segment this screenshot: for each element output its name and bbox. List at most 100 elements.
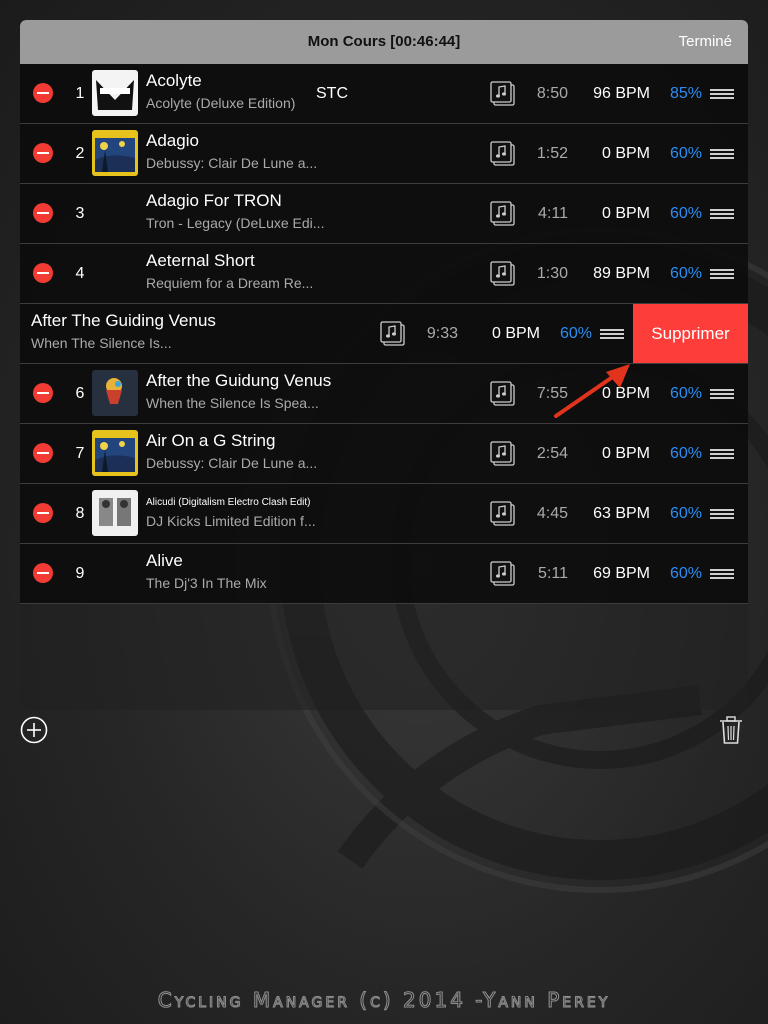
track-bpm: 0 BPM — [601, 445, 650, 462]
track-intensity[interactable]: 60% — [548, 304, 592, 363]
track-duration: 4:45 — [536, 505, 568, 522]
track-bpm: 0 BPM — [491, 325, 540, 342]
delete-toggle-button[interactable] — [33, 143, 53, 163]
track-title: Alicudi (Digitalism Electro Clash Edit) — [146, 497, 311, 508]
track-duration: 2:54 — [536, 445, 568, 462]
track-album: When The Silence Is... — [31, 335, 172, 351]
track-number: 2 — [75, 145, 85, 162]
reorder-handle-icon[interactable] — [710, 269, 734, 279]
track-number: 1 — [75, 85, 85, 102]
footer-copyright: Cycling Manager (c) 2014 -Yann Perey — [157, 988, 611, 1013]
track-duration: 9:33 — [426, 325, 458, 342]
track-intensity[interactable]: 60% — [658, 484, 702, 543]
track-bpm: 0 BPM — [601, 205, 650, 222]
delete-toggle-button[interactable] — [33, 83, 53, 103]
track-bpm: 63 BPM — [593, 505, 650, 522]
reorder-handle-icon[interactable] — [710, 449, 734, 459]
music-notes-icon[interactable] — [488, 139, 518, 169]
track-title: Acolyte — [146, 71, 202, 90]
music-notes-icon[interactable] — [488, 79, 518, 109]
track-titles: Alicudi (Digitalism Electro Clash Edit) D… — [146, 491, 336, 529]
track-row[interactable]: 7 Air On a G String Debussy: Clair De Lune… — [20, 424, 748, 484]
trash-button[interactable] — [718, 715, 744, 745]
track-titles: Alive The Dj'3 In The Mix — [146, 551, 336, 591]
playlist-title: Mon Cours [00:46:44] — [307, 33, 461, 50]
music-notes-icon[interactable] — [488, 499, 518, 529]
track-titles: Adagio Debussy: Clair De Lune a... — [146, 131, 336, 171]
red-arrow-annotation — [554, 364, 630, 418]
track-title: Adagio — [146, 131, 199, 150]
track-album: When the Silence Is Spea... — [146, 395, 319, 411]
playlist-header: Mon Cours [00:46:44] Terminé — [20, 20, 748, 64]
delete-toggle-button[interactable] — [33, 443, 53, 463]
track-bpm: 96 BPM — [593, 85, 650, 102]
reorder-handle-icon[interactable] — [710, 509, 734, 519]
track-titles: Aeternal Short Requiem for a Dream Re... — [146, 251, 336, 291]
reorder-handle-icon[interactable] — [600, 329, 624, 339]
music-notes-icon[interactable] — [488, 259, 518, 289]
track-intensity[interactable]: 60% — [658, 244, 702, 303]
delete-toggle-button[interactable] — [33, 503, 53, 523]
track-album: Debussy: Clair De Lune a... — [146, 155, 318, 171]
track-album: Acolyte (Deluxe Edition) — [146, 95, 296, 111]
track-album: Debussy: Clair De Lune a... — [146, 455, 318, 471]
track-row[interactable]: 8 Alicudi (Digitalism Electro Clash Edit)… — [20, 484, 748, 544]
track-row[interactable]: 5After The Guiding VenusWhen The Silence… — [20, 304, 748, 364]
done-button[interactable]: Terminé — [679, 20, 732, 64]
acolyte-album-art — [92, 70, 138, 116]
track-intensity[interactable]: 60% — [658, 544, 702, 603]
delete-toggle-button[interactable] — [33, 563, 53, 583]
playlist-panel: Mon Cours [00:46:44] Terminé 1 Acolyte Aco… — [20, 20, 748, 710]
track-album: Tron - Legacy (DeLuxe Edi... — [146, 215, 325, 231]
track-duration: 8:50 — [536, 85, 568, 102]
reorder-handle-icon[interactable] — [710, 209, 734, 219]
delete-toggle-button[interactable] — [33, 263, 53, 283]
track-duration: 1:30 — [536, 265, 568, 282]
track-intensity[interactable]: 60% — [658, 424, 702, 483]
music-notes-icon[interactable] — [488, 559, 518, 589]
starry-night-album-art — [92, 130, 138, 176]
track-titles: After the Guidung Venus When the Silence … — [146, 371, 336, 411]
track-bpm: 89 BPM — [593, 265, 650, 282]
track-row[interactable]: 1 Acolyte Acolyte (Deluxe Edition) STC 8:50 9… — [20, 64, 748, 124]
track-intensity[interactable]: 60% — [658, 124, 702, 183]
track-row[interactable]: 2 Adagio Debussy: Clair De Lune a... 1:52 0 … — [20, 124, 748, 184]
track-tag: STC — [316, 85, 348, 102]
track-titles: Air On a G String Debussy: Clair De Lune … — [146, 431, 336, 471]
reorder-handle-icon[interactable] — [710, 389, 734, 399]
track-number: 3 — [75, 205, 85, 222]
track-number: 8 — [75, 505, 85, 522]
delete-toggle-button[interactable] — [33, 383, 53, 403]
track-title: Alive — [146, 551, 183, 570]
track-row[interactable]: 4 Aeternal Short Requiem for a Dream Re...… — [20, 244, 748, 304]
track-row[interactable]: 6 After the Guidung Venus When the Silence… — [20, 364, 748, 424]
track-title: Aeternal Short — [146, 251, 255, 270]
music-notes-icon[interactable] — [488, 439, 518, 469]
music-notes-icon[interactable] — [488, 379, 518, 409]
track-row[interactable]: 3 Adagio For TRON Tron - Legacy (DeLuxe Ed… — [20, 184, 748, 244]
track-album: The Dj'3 In The Mix — [146, 575, 267, 591]
reorder-handle-icon[interactable] — [710, 149, 734, 159]
track-duration: 5:11 — [538, 565, 568, 582]
delete-button[interactable]: Supprimer — [633, 304, 748, 363]
track-titles: Acolyte Acolyte (Deluxe Edition) — [146, 71, 336, 111]
track-row[interactable]: 9 Alive The Dj'3 In The Mix 5:11 69 BPM 60% — [20, 544, 748, 604]
track-album: DJ Kicks Limited Edition f... — [146, 513, 316, 529]
add-track-button[interactable] — [20, 716, 48, 744]
track-bpm: 0 BPM — [601, 145, 650, 162]
track-title: Air On a G String — [146, 431, 276, 450]
track-intensity[interactable]: 60% — [658, 364, 702, 423]
reorder-handle-icon[interactable] — [710, 89, 734, 99]
track-number: 7 — [75, 445, 85, 462]
reorder-handle-icon[interactable] — [710, 569, 734, 579]
music-notes-icon[interactable] — [488, 199, 518, 229]
track-number: 4 — [75, 265, 85, 282]
track-list: 1 Acolyte Acolyte (Deluxe Edition) STC 8:50 9… — [20, 64, 748, 604]
music-notes-icon[interactable] — [378, 319, 408, 349]
swiped-row-content: 5After The Guiding VenusWhen The Silence… — [20, 304, 638, 363]
track-intensity[interactable]: 85% — [658, 64, 702, 123]
venus-album-art — [92, 370, 138, 416]
track-intensity[interactable]: 60% — [658, 184, 702, 243]
delete-toggle-button[interactable] — [33, 203, 53, 223]
track-bpm: 69 BPM — [593, 565, 650, 582]
